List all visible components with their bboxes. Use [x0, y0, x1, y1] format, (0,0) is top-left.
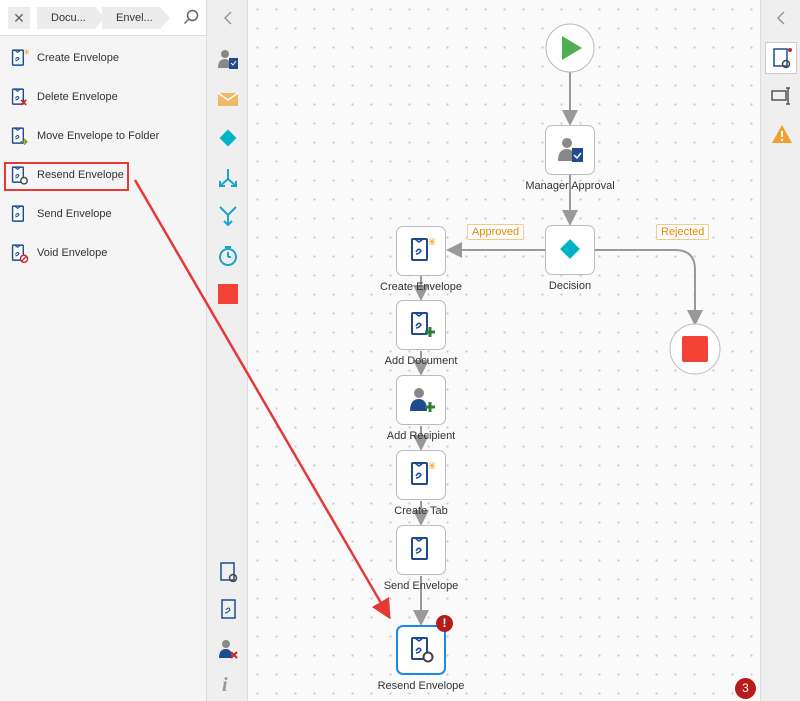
decision-icon[interactable]: [217, 127, 239, 149]
tools-icon[interactable]: ✕: [8, 7, 30, 29]
move-envelope-icon: [9, 126, 29, 146]
decision-node-icon: [556, 235, 584, 266]
svg-text:✳: ✳: [427, 236, 435, 249]
merge-icon[interactable]: [217, 205, 239, 227]
properties-tab[interactable]: [765, 42, 797, 74]
manager-node-icon: [556, 135, 584, 166]
node-label: Decision: [548, 280, 592, 292]
node-label: Resend Envelope: [377, 680, 465, 692]
node-tab[interactable]: ✳: [396, 450, 446, 500]
action-move-envelope[interactable]: Move Envelope to Folder: [0, 119, 207, 153]
node-doc[interactable]: [396, 300, 446, 350]
toolbox: i: [207, 0, 248, 701]
envelope-properties-icon: [773, 48, 792, 69]
breadcrumb-label: Docu...: [51, 12, 86, 24]
workflow-canvas[interactable]: [248, 0, 760, 701]
node-label: Add Document: [384, 355, 458, 367]
action-delete-envelope[interactable]: Delete Envelope: [0, 80, 207, 114]
svg-text:✳: ✳: [23, 48, 29, 57]
action-void-envelope[interactable]: Void Envelope: [0, 236, 207, 270]
right-panel: [760, 0, 800, 701]
resend-envelope-tool-icon[interactable]: [217, 561, 239, 583]
create-envelope-icon: ✳: [9, 47, 31, 68]
node-send[interactable]: [396, 525, 446, 575]
action-create-envelope[interactable]: ✳ Create Envelope: [0, 41, 207, 75]
resend-node-icon: [407, 635, 435, 666]
node-label: Send Envelope: [383, 580, 459, 592]
node-manager[interactable]: [545, 125, 595, 175]
action-label: Create Envelope: [37, 52, 119, 64]
tab-node-icon: ✳: [407, 459, 437, 491]
void-envelope-icon: [9, 243, 29, 263]
node-label: Create Envelope: [380, 281, 462, 293]
action-label: Send Envelope: [37, 208, 112, 220]
collapse-right-icon[interactable]: [774, 10, 788, 26]
action-label: Void Envelope: [37, 247, 108, 259]
send-envelope-tool-icon[interactable]: [217, 598, 239, 620]
svg-text:✳: ✳: [427, 460, 435, 473]
actions-panel: ✕ Docu... Envel... ✳ Create Envelope Delet…: [0, 0, 207, 701]
stop-icon[interactable]: [217, 283, 239, 305]
branch-label-rejected: Rejected: [656, 224, 710, 240]
highlight-box: [4, 162, 129, 191]
remove-user-icon[interactable]: [217, 638, 239, 660]
timer-icon[interactable]: [217, 245, 239, 267]
send-envelope-icon: [9, 204, 29, 224]
split-icon[interactable]: [217, 167, 239, 189]
info-icon[interactable]: i: [222, 674, 228, 697]
action-label: Move Envelope to Folder: [37, 130, 160, 142]
node-label: Manager Approval: [525, 180, 615, 192]
node-error-badge[interactable]: !: [436, 615, 453, 632]
warning-icon[interactable]: [771, 124, 793, 144]
user-task-icon[interactable]: [217, 48, 239, 70]
branch-label-approved: Approved: [467, 224, 525, 240]
doc-node-icon: [407, 310, 435, 341]
breadcrumb-item-documents[interactable]: Docu...: [37, 7, 105, 29]
send-node-icon: [407, 535, 435, 566]
node-decision[interactable]: [545, 225, 595, 275]
breadcrumb-item-envelope[interactable]: Envel...: [102, 7, 170, 29]
action-label: Delete Envelope: [37, 91, 118, 103]
error-count-badge[interactable]: 3: [735, 678, 756, 699]
breadcrumb-label: Envel...: [116, 12, 153, 24]
search-icon[interactable]: [183, 9, 199, 25]
breadcrumb: ✕ Docu... Envel...: [0, 0, 206, 36]
create-node-icon: ✳: [407, 235, 437, 267]
recip-node-icon: [407, 385, 435, 416]
node-resend[interactable]: [396, 625, 446, 675]
variables-icon[interactable]: [771, 86, 793, 106]
delete-envelope-icon: [9, 87, 29, 107]
email-icon[interactable]: [217, 88, 239, 110]
node-recip[interactable]: [396, 375, 446, 425]
node-label: Create Tab: [394, 505, 448, 517]
collapse-left-icon[interactable]: [221, 10, 235, 26]
node-label: Add Recipient: [386, 430, 456, 442]
node-create[interactable]: ✳: [396, 226, 446, 276]
action-send-envelope[interactable]: Send Envelope: [0, 197, 207, 231]
